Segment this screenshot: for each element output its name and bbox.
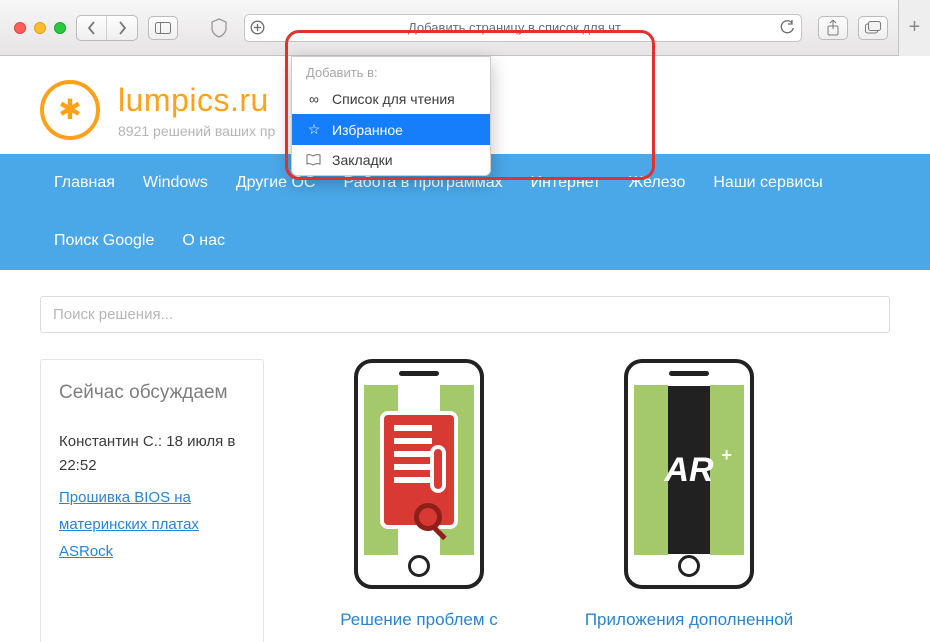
dropdown-header: Добавить в:: [292, 57, 490, 84]
nav-item-internet[interactable]: Интернет: [517, 154, 615, 212]
shield-button[interactable]: [210, 18, 228, 38]
nav-item-windows[interactable]: Windows: [129, 154, 222, 212]
dropdown-item-reading-list[interactable]: ∞ Список для чтения: [292, 84, 490, 114]
book-icon: [306, 154, 322, 166]
sidebar-toggle-button[interactable]: [148, 16, 178, 40]
tabs-icon: [865, 21, 881, 34]
content-row: Сейчас обсуждаем Константин С.: 18 июля …: [0, 359, 930, 642]
glasses-icon: ∞: [306, 91, 322, 107]
article-card-2[interactable]: AR+ Приложения дополненной: [574, 359, 804, 642]
widget-heading: Сейчас обсуждаем: [59, 380, 245, 406]
close-window-button[interactable]: [14, 22, 26, 34]
reload-icon: [780, 20, 795, 35]
comment-link[interactable]: Прошивка BIOS на материнских платах ASRo…: [59, 489, 199, 560]
search-input[interactable]: Поиск решения...: [40, 296, 890, 333]
dropdown-item-favorites[interactable]: ☆ Избранное: [292, 114, 490, 145]
tabs-button[interactable]: [858, 16, 888, 40]
share-icon: [826, 20, 840, 36]
comment-meta: Константин С.: 18 июля в 22:52: [59, 430, 245, 478]
chevron-right-icon: [117, 21, 127, 35]
share-button[interactable]: [818, 16, 848, 40]
maximize-window-button[interactable]: [54, 22, 66, 34]
dropdown-item-bookmarks[interactable]: Закладки: [292, 145, 490, 175]
reload-button[interactable]: [773, 20, 801, 35]
add-bookmark-button[interactable]: [245, 20, 269, 35]
contacts-icon: [380, 411, 458, 529]
plus-circle-icon: [250, 20, 265, 35]
back-button[interactable]: [77, 16, 107, 40]
forward-button[interactable]: [107, 16, 137, 40]
article-title: Решение проблем с пропавшими: [304, 607, 534, 642]
shield-icon: [210, 18, 228, 38]
article-card-1[interactable]: Решение проблем с пропавшими: [304, 359, 534, 642]
star-icon: ☆: [306, 121, 322, 138]
nav-item-services[interactable]: Наши сервисы: [699, 154, 836, 212]
address-text: Добавить страницу в список для чт…: [269, 20, 773, 35]
window-controls: [14, 22, 66, 34]
phone-illustration: [354, 359, 484, 589]
discussion-widget: Сейчас обсуждаем Константин С.: 18 июля …: [40, 359, 264, 642]
browser-toolbar: Добавить страницу в список для чт… +: [0, 0, 930, 56]
nav-item-about[interactable]: О нас: [168, 212, 239, 270]
minimize-window-button[interactable]: [34, 22, 46, 34]
sidebar-icon: [155, 22, 171, 34]
orange-icon: ✱: [58, 96, 81, 124]
new-tab-button[interactable]: +: [898, 0, 930, 56]
plus-icon: +: [909, 16, 921, 39]
nav-item-hardware[interactable]: Железо: [614, 154, 699, 212]
dropdown-item-label: Список для чтения: [332, 91, 455, 107]
site-title: lumpics.ru: [118, 82, 275, 119]
chevron-left-icon: [87, 21, 97, 35]
nav-item-home[interactable]: Главная: [40, 154, 129, 212]
dropdown-item-label: Закладки: [332, 152, 393, 168]
dropdown-item-label: Избранное: [332, 122, 403, 138]
site-logo[interactable]: ✱: [40, 80, 100, 140]
bookmark-dropdown: Добавить в: ∞ Список для чтения ☆ Избран…: [291, 56, 491, 176]
toolbar-right-group: [818, 16, 888, 40]
address-bar[interactable]: Добавить страницу в список для чт…: [244, 14, 802, 42]
nav-buttons: [76, 15, 138, 41]
site-subtitle: 8921 решений ваших пр: [118, 123, 275, 139]
article-title: Приложения дополненной: [574, 607, 804, 633]
phone-illustration: AR+: [624, 359, 754, 589]
nav-item-search-google[interactable]: Поиск Google: [40, 212, 168, 270]
